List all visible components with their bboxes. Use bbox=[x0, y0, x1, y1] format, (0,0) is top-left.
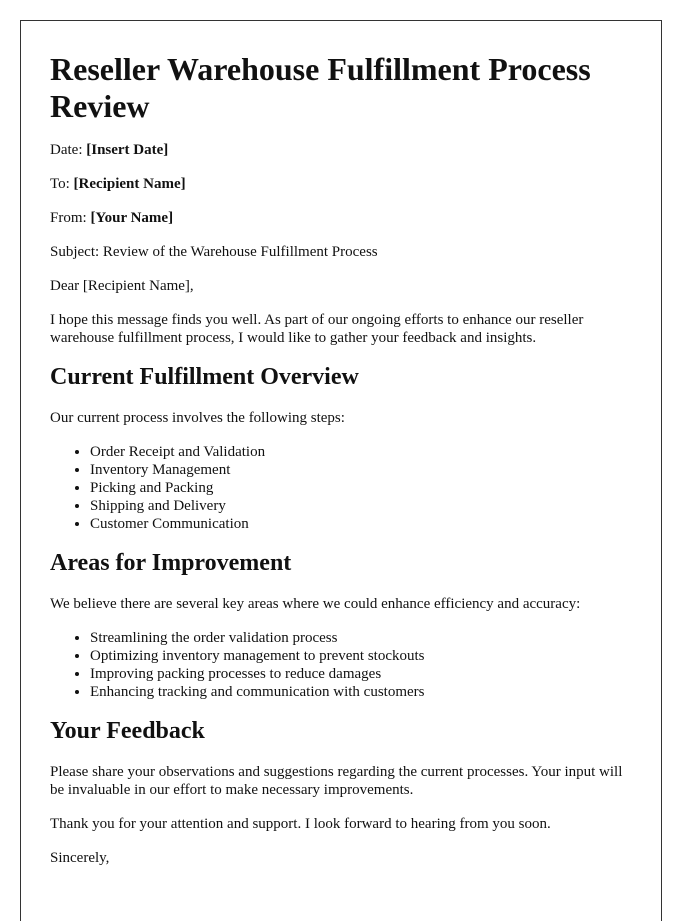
subject-line: Subject: Review of the Warehouse Fulfill… bbox=[50, 244, 378, 260]
list-item: Enhancing tracking and communication wit… bbox=[90, 683, 632, 701]
list-item: Picking and Packing bbox=[90, 479, 632, 497]
to-value: [Recipient Name] bbox=[73, 176, 186, 192]
feedback-paragraph: Please share your observations and sugge… bbox=[50, 764, 623, 798]
section-heading-improvement: Areas for Improvement bbox=[50, 550, 292, 576]
greeting: Dear [Recipient Name], bbox=[50, 278, 194, 294]
letter-page: Reseller Warehouse Fulfillment Process R… bbox=[20, 20, 662, 921]
list-item: Order Receipt and Validation bbox=[90, 443, 632, 461]
overview-steps-list: Order Receipt and Validation Inventory M… bbox=[50, 443, 632, 533]
document-title: Reseller Warehouse Fulfillment Process R… bbox=[50, 51, 591, 124]
date-label: Date: bbox=[50, 142, 87, 158]
list-item: Optimizing inventory management to preve… bbox=[90, 647, 632, 665]
from-value: [Your Name] bbox=[90, 210, 174, 226]
section-heading-overview: Current Fulfillment Overview bbox=[50, 364, 359, 390]
list-item: Improving packing processes to reduce da… bbox=[90, 665, 632, 683]
sign-off: Sincerely, bbox=[50, 850, 110, 866]
closing-paragraph: Thank you for your attention and support… bbox=[50, 816, 551, 832]
improvement-lead: We believe there are several key areas w… bbox=[50, 596, 581, 612]
list-item: Customer Communication bbox=[90, 515, 632, 533]
from-label: From: bbox=[50, 210, 91, 226]
list-item: Inventory Management bbox=[90, 461, 632, 479]
intro-paragraph: I hope this message finds you well. As p… bbox=[50, 312, 584, 346]
to-line: To: [Recipient Name] bbox=[50, 175, 632, 193]
from-line: From: [Your Name] bbox=[50, 209, 632, 227]
list-item: Shipping and Delivery bbox=[90, 497, 632, 515]
to-label: To: bbox=[50, 176, 74, 192]
date-line: Date: [Insert Date] bbox=[50, 141, 632, 159]
improvement-areas-list: Streamlining the order validation proces… bbox=[50, 629, 632, 701]
list-item: Streamlining the order validation proces… bbox=[90, 629, 632, 647]
overview-lead: Our current process involves the followi… bbox=[50, 410, 345, 426]
date-value: [Insert Date] bbox=[86, 142, 169, 158]
section-heading-feedback: Your Feedback bbox=[50, 718, 205, 744]
